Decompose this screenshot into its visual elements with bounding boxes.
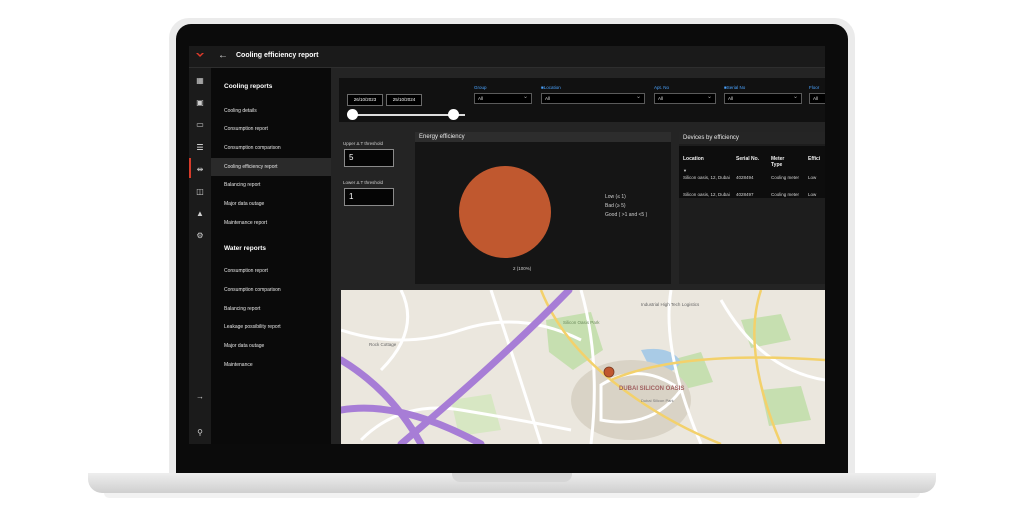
pie-slice-label: 2 (100%) <box>513 266 532 271</box>
water-reports-heading: Water reports <box>224 245 267 252</box>
user-icon[interactable]: ⚲ <box>195 428 205 438</box>
active-rail-marker <box>189 158 191 178</box>
dashboard-icon[interactable]: ▭ <box>195 120 205 130</box>
app-screen: ← Cooling efficiency report ▦ ▣ ▭ ☰ ⇹ ◫ … <box>189 46 825 444</box>
sidebar-item-water-balancing-report[interactable]: Balancing report <box>211 300 331 318</box>
laptop-shadow <box>104 493 920 498</box>
icon-rail: ▦ ▣ ▭ ☰ ⇹ ◫ ▲ ⚙ → ⚲ <box>189 68 211 444</box>
column-header-efficiency[interactable]: Effici <box>808 156 820 162</box>
column-header-serial[interactable]: Serial No. <box>736 156 759 162</box>
sidebar-item-cooling-efficiency-report[interactable]: Cooling efficiency report <box>211 158 331 176</box>
page-title: Cooling efficiency report <box>236 52 319 59</box>
chevron-down-icon: ⌄ <box>635 94 641 100</box>
floor-select-value: All <box>813 96 819 101</box>
reports-icon[interactable]: ☰ <box>195 143 205 153</box>
column-header-meter-type[interactable]: Meter Type <box>771 156 793 168</box>
location-select[interactable]: All ⌄ <box>541 93 645 104</box>
lower-threshold-input[interactable]: 1 <box>344 188 394 206</box>
serial-no-label: ■Serial No <box>724 85 746 90</box>
map-label-silicon-oasis-park: Silicon Oasis Park <box>563 320 600 325</box>
map-label-rock-cottage: Rock Cottage <box>369 342 397 347</box>
chevron-down-icon: ⌄ <box>706 94 712 100</box>
group-select-value: All <box>478 96 484 101</box>
serial-no-select-value: All <box>728 96 734 101</box>
back-button[interactable]: ← <box>218 50 228 61</box>
laptop-notch <box>452 473 572 482</box>
legend-bad: Bad (≥ 5) <box>605 203 626 209</box>
legend-low: Low (≤ 1) <box>605 194 626 200</box>
energy-pie-slice[interactable] <box>459 166 551 258</box>
sidebar-item-water-consumption-report[interactable]: Consumption report <box>211 262 331 280</box>
row-efficiency: Low <box>808 192 817 197</box>
sidebar-item-cooling-details[interactable]: Cooling details <box>211 102 331 120</box>
upper-threshold-input[interactable]: 5 <box>344 149 394 167</box>
legend-good: Good ( >1 and <5 ) <box>605 212 648 218</box>
devices-icon[interactable]: ▣ <box>195 98 205 108</box>
gear-icon[interactable]: ⚙ <box>195 231 205 241</box>
devices-by-efficiency-panel: Devices by efficiency Location Serial No… <box>679 132 825 284</box>
upper-threshold-label: Upper Δ T threshold <box>343 141 383 146</box>
chevron-down-icon: ⌄ <box>522 94 528 100</box>
floor-label: Floor <box>809 85 820 90</box>
chevron-down-icon: ⌄ <box>792 94 798 100</box>
map-label-industrial: Industrial High Tech Logistics <box>641 302 700 307</box>
map-label-dubai-silicon-park: Dubai Silicon Park <box>641 398 674 403</box>
location-label: ■Location <box>541 85 561 90</box>
brand-logo-icon <box>196 53 204 57</box>
sidebar-item-cooling-consumption-report[interactable]: Consumption report <box>211 120 331 138</box>
sidebar-item-water-major-data-outage[interactable]: Major data outage <box>211 337 331 355</box>
group-select[interactable]: All ⌄ <box>474 93 532 104</box>
sidebar-item-cooling-maintenance-report[interactable]: Maintenance report <box>211 214 331 232</box>
floor-select[interactable]: All <box>809 93 825 104</box>
row-efficiency: Low <box>808 175 817 180</box>
cooling-reports-heading: Cooling reports <box>224 83 273 90</box>
map-label-dubai-silicon-oasis: DUBAI SILICON OASIS <box>619 386 684 392</box>
sidebar-item-cooling-consumption-comparison[interactable]: Consumption comparison <box>211 139 331 157</box>
transfer-icon[interactable]: ⇹ <box>195 165 205 175</box>
lower-threshold-label: Lower Δ T threshold <box>343 180 383 185</box>
sidebar-item-cooling-major-data-outage[interactable]: Major data outage <box>211 195 331 213</box>
date-from-input[interactable]: 26/10/2023 <box>347 94 383 106</box>
location-map[interactable]: Industrial High Tech Logistics Silicon O… <box>341 290 825 444</box>
apt-no-select[interactable]: All ⌄ <box>654 93 716 104</box>
sidebar-item-cooling-balancing-report[interactable]: Balancing report <box>211 176 331 194</box>
row-location: Silicon oasis, 12, Dubai <box>683 175 730 180</box>
devices-title: Devices by efficiency <box>679 132 825 144</box>
column-header-location[interactable]: Location <box>683 156 704 162</box>
filter-bar: 26/10/2023 25/10/2024 Group All ⌄ ■Locati… <box>339 78 825 122</box>
energy-efficiency-title: Energy efficiency <box>415 132 671 142</box>
sort-arrow-icon[interactable]: ▼ <box>683 168 687 174</box>
group-label: Group <box>474 85 487 90</box>
bell-icon[interactable]: ▲ <box>195 209 205 219</box>
location-select-value: All <box>545 96 551 101</box>
row-serial: 4028494 <box>736 175 754 180</box>
apt-no-label: Apt. No <box>654 85 670 90</box>
grid-icon[interactable]: ▦ <box>195 76 205 86</box>
date-range-start-handle[interactable] <box>347 109 358 120</box>
row-meter-type: Cooling meter <box>771 175 800 180</box>
apt-no-select-value: All <box>658 96 664 101</box>
row-location: Silicon oasis, 12, Dubai <box>683 192 730 197</box>
date-range-end-handle[interactable] <box>448 109 459 120</box>
sidebar-item-water-leakage-possibility-report[interactable]: Leakage possibility report <box>211 318 331 336</box>
reports-sidebar: Cooling reports Cooling details Consumpt… <box>211 68 331 444</box>
report-main: 26/10/2023 25/10/2024 Group All ⌄ ■Locati… <box>331 68 825 444</box>
sidebar-item-water-consumption-comparison[interactable]: Consumption comparison <box>211 281 331 299</box>
map-canvas[interactable]: Industrial High Tech Logistics Silicon O… <box>341 290 825 444</box>
sidebar-item-water-maintenance[interactable]: Maintenance <box>211 356 331 374</box>
logout-icon[interactable]: → <box>195 392 205 402</box>
serial-no-select[interactable]: All ⌄ <box>724 93 802 104</box>
devices-table: Location Serial No. Meter Type Effici ▼ <box>679 146 825 198</box>
row-serial: 4028497 <box>736 192 754 197</box>
layers-icon[interactable]: ◫ <box>195 187 205 197</box>
row-meter-type: Cooling meter <box>771 192 800 197</box>
device-location-marker[interactable] <box>603 366 615 378</box>
title-bar: ← Cooling efficiency report <box>189 46 825 68</box>
date-to-input[interactable]: 25/10/2024 <box>386 94 422 106</box>
energy-efficiency-panel: Energy efficiency Low (≤ 1) Bad (≥ 5) Go… <box>415 132 671 284</box>
